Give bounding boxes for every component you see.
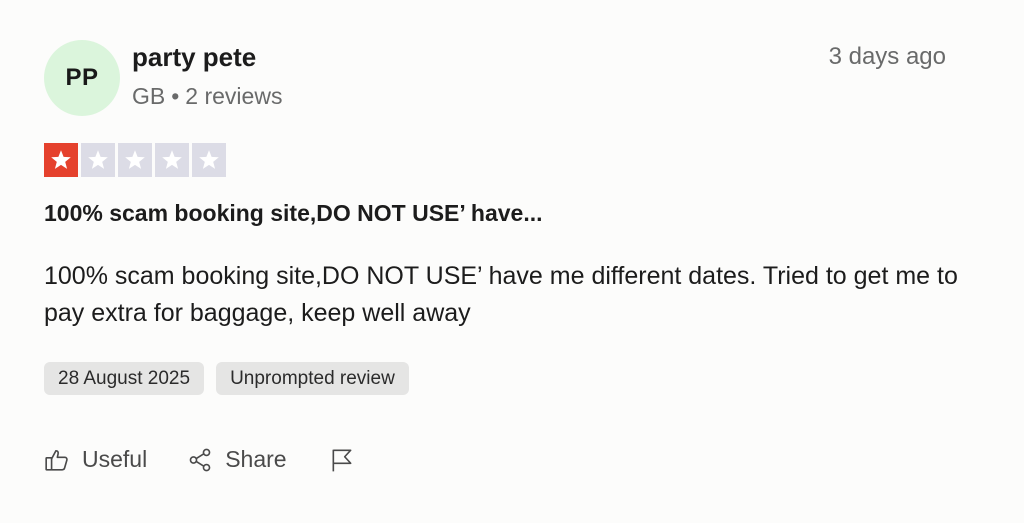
share-button[interactable]: Share (187, 446, 287, 473)
review-body: 100% scam booking site,DO NOT USE’ have … (44, 262, 958, 327)
star-empty-icon (155, 143, 189, 177)
review-actions: Useful Share (44, 446, 367, 473)
star-empty-icon (118, 143, 152, 177)
review-posted-time: 3 days ago (828, 43, 946, 70)
star-empty-icon (192, 143, 226, 177)
thumbs-up-icon (44, 447, 70, 473)
share-label: Share (225, 446, 287, 472)
review-tags: 28 August 2025 Unprompted review (44, 362, 409, 395)
report-button[interactable] (329, 447, 367, 473)
reviewer-review-count: 2 reviews (185, 83, 283, 109)
review-card: PP party pete GB • 2 reviews 3 days ago … (0, 0, 1024, 523)
star-filled-icon (44, 143, 78, 177)
date-of-experience-tag: 28 August 2025 (44, 362, 205, 395)
share-icon (187, 447, 213, 473)
review-title[interactable]: 100% scam booking site,DO NOT USE’ have.… (44, 200, 543, 227)
star-empty-icon (81, 143, 115, 177)
reviewer-meta: GB • 2 reviews (132, 83, 282, 110)
review-type-tag[interactable]: Unprompted review (216, 362, 409, 395)
star-rating (44, 143, 226, 177)
meta-separator: • (171, 83, 180, 109)
reviewer-name[interactable]: party pete (132, 42, 256, 73)
flag-icon (329, 447, 355, 473)
useful-label: Useful (82, 446, 148, 472)
useful-button[interactable]: Useful (44, 446, 147, 473)
avatar[interactable]: PP (44, 40, 120, 116)
reviewer-country: GB (132, 83, 166, 109)
